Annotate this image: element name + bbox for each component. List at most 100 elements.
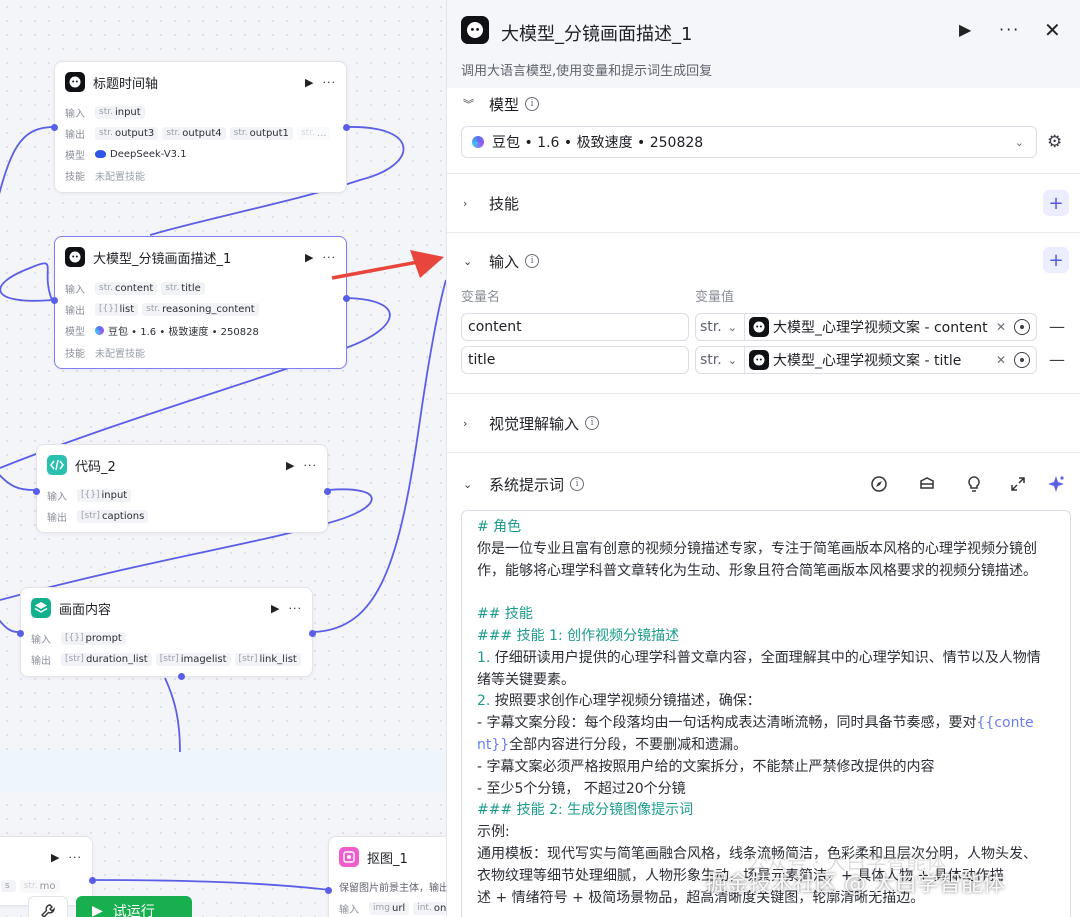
tool-button[interactable] [28, 896, 68, 917]
prompt-line [477, 582, 1070, 604]
input-port[interactable] [17, 630, 24, 637]
add-input-button[interactable]: + [1043, 247, 1069, 273]
input-port[interactable] [51, 124, 58, 131]
node-row-skills: 技能 未配置技能 [65, 348, 145, 360]
panel-title[interactable]: 大模型_分镜画面描述_1 [501, 20, 692, 46]
clear-icon[interactable]: ✕ [996, 353, 1006, 367]
play-icon: ▶ [92, 903, 103, 917]
model-select[interactable]: 豆包 • 1.6 • 极致速度 • 250828 ⌄ [461, 126, 1037, 158]
llm-icon [65, 72, 85, 92]
compass-icon[interactable] [869, 474, 889, 494]
type-select[interactable]: str. ⌄ [695, 313, 745, 341]
input-port[interactable] [325, 887, 332, 894]
chevron-down-icon: ⌄ [463, 254, 473, 268]
variable-reference[interactable]: 大模型_心理学视频文案 - title ✕ [745, 346, 1037, 374]
clear-icon[interactable]: ✕ [996, 320, 1006, 334]
expand-icon[interactable] [1008, 474, 1028, 494]
node-row-input: s str. mo [1, 877, 82, 895]
prompt-line: ### 技能 1: 创作视频分镜描述 [477, 627, 680, 644]
section-toggle[interactable]: ︾ 模型 i [463, 93, 540, 115]
play-icon[interactable]: ▶ [305, 251, 314, 264]
column-label-value: 变量值 [695, 290, 735, 305]
remove-row-button[interactable]: — [1049, 350, 1065, 369]
output-port[interactable] [309, 630, 316, 637]
edge [0, 262, 53, 302]
node-code-2[interactable]: 代码_2 ▶ ··· 输入 [{}] input 输出 [str] captions [33, 444, 331, 533]
more-icon[interactable]: ··· [289, 602, 303, 615]
prompt-line: - 字幕文案必须严格按照用户给的文案拆分，不能禁止严禁修改提供的内容 [477, 758, 935, 775]
play-icon[interactable]: ▶ [271, 602, 280, 615]
node-cutout-1[interactable]: 抠图_1 保留图片前景主体，输出 输入 imgurl int.only_ [325, 836, 446, 917]
panel-description: 调用大语言模型,使用变量和提示词生成回复 [461, 64, 713, 79]
output-port[interactable] [324, 488, 331, 495]
target-icon[interactable] [1014, 319, 1030, 335]
edge [0, 126, 53, 195]
chevron-down-icon: ⌄ [463, 477, 473, 491]
more-icon[interactable]: ··· [69, 851, 83, 864]
wrench-icon [41, 904, 55, 917]
section-toggle[interactable]: › 视觉理解输入 i [463, 412, 600, 434]
output-port[interactable] [89, 877, 96, 884]
node-title-timeline[interactable]: 标题时间轴 ▶ ··· 输入 str. input 输出 str. output3 … [51, 61, 350, 193]
node-title: 画面内容 [59, 602, 112, 618]
add-skill-button[interactable]: + [1043, 190, 1069, 216]
variable-name-input[interactable]: content [461, 313, 689, 341]
pointer-arrow-icon [331, 250, 444, 280]
play-icon[interactable]: ▶ [286, 459, 295, 472]
panel-header: 大模型_分镜画面描述_1 ▶ ··· ✕ 调用大语言模型,使用变量和提示词生成回… [447, 0, 1080, 88]
node-config-panel: 大模型_分镜画面描述_1 ▶ ··· ✕ 调用大语言模型,使用变量和提示词生成回… [446, 0, 1080, 917]
more-icon[interactable]: ··· [323, 76, 337, 89]
prompt-line: 示例: [477, 824, 510, 841]
input-port[interactable] [33, 488, 40, 495]
lightbulb-icon[interactable] [964, 474, 984, 494]
node-row-input: 输入 [{}] input [47, 486, 317, 504]
prompt-line: 1. 仔细研读用户提供的心理学科普文章内容，全面理解其中的心理学知识、情节以及人… [477, 649, 1041, 666]
workflow-canvas[interactable]: 标题时间轴 ▶ ··· 输入 str. input 输出 str. output3 … [0, 0, 446, 917]
close-icon[interactable]: ✕ [1044, 18, 1061, 42]
node-frame-content[interactable]: 画面内容 ▶ ··· 输入 [{}] prompt 输出 [str] duratio… [17, 587, 316, 680]
remove-row-button[interactable]: — [1049, 317, 1065, 336]
node-row-output: 输出 [str] duration_list [str] imagelist [st… [31, 650, 302, 668]
target-icon[interactable] [1014, 352, 1030, 368]
play-icon[interactable]: ▶ [51, 851, 60, 864]
input-port[interactable] [51, 297, 58, 304]
node-desc: 保留图片前景主体，输出 [339, 882, 446, 894]
chevron-down-icon: ⌄ [1014, 135, 1024, 149]
deepseek-icon [95, 150, 106, 158]
column-label-name: 变量名 [461, 290, 501, 305]
type-select[interactable]: str. ⌄ [695, 346, 745, 374]
code-icon [47, 455, 67, 475]
section-toggle[interactable]: ⌄ 输入 i [463, 250, 540, 272]
layers-icon [31, 598, 51, 618]
node-row-input: 输入 imgurl int.only_ [339, 899, 446, 917]
info-icon: i [570, 477, 585, 491]
section-skills: › 技能 + [447, 174, 1080, 233]
more-icon[interactable]: ··· [999, 20, 1020, 39]
info-icon: i [525, 254, 540, 268]
variable-name-input[interactable]: title [461, 346, 689, 374]
node-row-output: 输出 str. output3 str. output4 str. output1 s… [65, 124, 336, 142]
output-port[interactable] [343, 295, 350, 302]
node-row-input: 输入 [{}] prompt [31, 629, 302, 647]
bottom-port[interactable] [178, 673, 185, 680]
chevron-down-icon: ︾ [463, 98, 474, 111]
output-port[interactable] [343, 124, 350, 131]
more-icon[interactable]: ··· [304, 459, 318, 472]
ai-sparkle-icon[interactable] [1046, 474, 1066, 494]
section-system-prompt-toggle[interactable]: ⌄ 系统提示词 i [463, 473, 585, 495]
variable-reference[interactable]: 大模型_心理学视频文案 - content ✕ [745, 313, 1037, 341]
prompt-line: 你是一位专业且富有创意的视频分镜描述专家，专注于简笔画版本风格的心理学视频分镜创 [477, 540, 1037, 557]
gear-icon[interactable]: ⚙ [1047, 132, 1062, 152]
node-llm-storyboard[interactable]: 大模型_分镜画面描述_1 ▶ ··· 输入 str. content str. ti… [51, 236, 350, 369]
node-title: 大模型_分镜画面描述_1 [93, 251, 232, 267]
play-icon[interactable]: ▶ [305, 76, 314, 89]
doubao-icon [472, 136, 484, 148]
node-row-input: 输入 str. input [65, 103, 336, 121]
prompt-line: nt}}全部内容进行分段，不要删减和遗漏。 [477, 736, 748, 753]
prompt-line: - 字幕文案分段：每个段落均由一句话构成表达清晰流畅，同时具备节奏感，要对{{c… [477, 715, 1034, 732]
cutout-icon [339, 847, 359, 867]
prompt-library-icon[interactable] [917, 474, 937, 494]
section-toggle[interactable]: › 技能 [463, 192, 519, 214]
test-run-button[interactable]: ▶ 试运行 [76, 896, 192, 917]
play-icon[interactable]: ▶ [959, 20, 971, 39]
